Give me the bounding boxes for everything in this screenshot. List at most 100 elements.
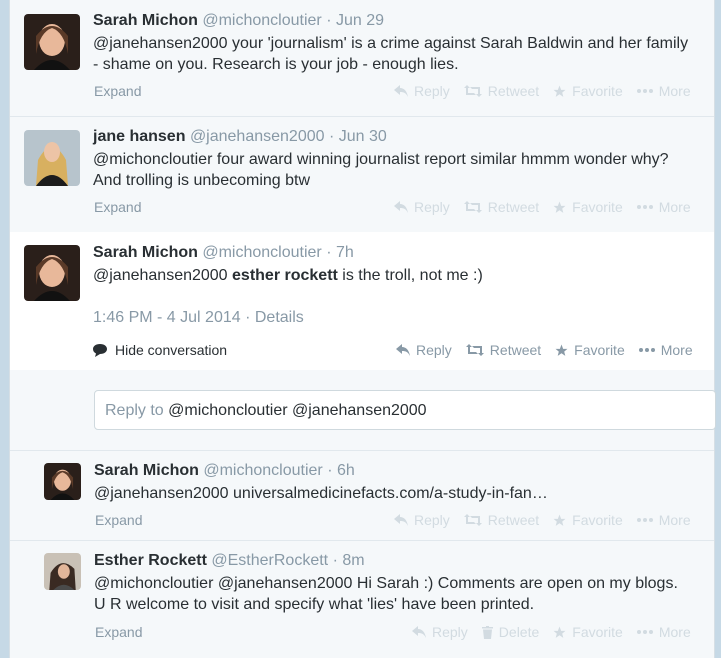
tweet-actions: Reply Retweet Favorite More [394, 83, 691, 99]
retweet-icon [463, 85, 482, 97]
separator-dot: · [326, 12, 332, 29]
avatar[interactable] [24, 14, 80, 70]
favorite-label: Favorite [572, 199, 623, 215]
tweet-item-expanded[interactable]: Sarah Michon @michoncloutier · 7h @janeh… [10, 232, 714, 371]
reply-button[interactable]: Reply [394, 199, 450, 215]
tweet-timestamp[interactable]: Jun 29 [336, 12, 384, 29]
ellipsis-icon [636, 205, 653, 209]
more-label: More [658, 83, 691, 99]
avatar[interactable] [44, 463, 81, 500]
retweet-label: Retweet [489, 342, 542, 358]
reply-button[interactable]: Reply [394, 512, 450, 528]
reply-button[interactable]: Reply [412, 624, 468, 640]
separator-dot: · [245, 309, 251, 326]
favorite-button[interactable]: Favorite [555, 342, 625, 358]
separator-dot: · [328, 128, 335, 145]
favorite-label: Favorite [572, 83, 623, 99]
reply-button[interactable]: Reply [396, 342, 452, 358]
tweet-text: @janehansen2000 your 'journalism' is a c… [93, 35, 689, 73]
details-link[interactable]: Details [255, 309, 304, 326]
hide-conversation-label: Hide conversation [115, 342, 228, 358]
tweet-fullname[interactable]: Sarah Michon [93, 244, 198, 261]
avatar[interactable] [24, 130, 80, 186]
tweet-username[interactable]: @michoncloutier [202, 244, 321, 261]
tweet-username[interactable]: @janehansen2000 [190, 128, 325, 145]
more-button[interactable]: More [636, 512, 691, 528]
tweet-item[interactable]: Sarah Michon @michoncloutier · 6h @janeh… [10, 450, 714, 541]
reply-label: Reply [416, 342, 452, 358]
reply-icon [412, 626, 426, 638]
ellipsis-icon [638, 348, 655, 352]
ellipsis-icon [636, 630, 653, 634]
more-button[interactable]: More [636, 83, 691, 99]
more-button[interactable]: More [636, 624, 691, 640]
delete-label: Delete [498, 624, 540, 640]
more-label: More [658, 624, 691, 640]
expand-link[interactable]: Expand [94, 199, 141, 215]
reply-icon [394, 85, 408, 97]
retweet-icon [465, 344, 484, 356]
tweet-text: @janehansen2000 esther rockett is the tr… [93, 265, 693, 286]
tweet-username[interactable]: @michoncloutier [203, 462, 322, 479]
star-icon [553, 626, 566, 638]
ellipsis-icon [636, 89, 653, 93]
delete-button[interactable]: Delete [481, 624, 540, 640]
more-button[interactable]: More [636, 199, 691, 215]
favorite-button[interactable]: Favorite [553, 199, 623, 215]
tweet-timestamp[interactable]: 7h [336, 244, 354, 261]
favorite-button[interactable]: Favorite [553, 624, 623, 640]
tweet-fullname[interactable]: jane hansen [93, 128, 185, 145]
tweet-item[interactable]: Sarah Michon @michoncloutier · Jun 29 @j… [10, 0, 714, 117]
more-label: More [660, 342, 693, 358]
tweet-text: @janehansen2000 universalmedicinefacts.c… [94, 485, 548, 502]
full-timestamp[interactable]: 1:46 PM - 4 Jul 2014 [93, 309, 241, 326]
favorite-button[interactable]: Favorite [553, 512, 623, 528]
retweet-label: Retweet [487, 512, 540, 528]
retweet-button[interactable]: Retweet [463, 512, 540, 528]
expand-link[interactable]: Expand [94, 83, 141, 99]
reply-button[interactable]: Reply [394, 83, 450, 99]
reply-label: Reply [414, 199, 450, 215]
reply-icon [394, 201, 408, 213]
reply-placeholder: Reply to [105, 402, 164, 419]
avatar[interactable] [44, 553, 81, 590]
retweet-button[interactable]: Retweet [465, 342, 542, 358]
tweet-timestamp[interactable]: 8m [342, 552, 364, 569]
tweet-fullname[interactable]: Esther Rockett [94, 552, 207, 569]
reply-label: Reply [414, 83, 450, 99]
favorite-label: Favorite [572, 512, 623, 528]
more-label: More [658, 199, 691, 215]
reply-input[interactable]: Reply to @michoncloutier @janehansen2000 [94, 390, 716, 430]
favorite-button[interactable]: Favorite [553, 83, 623, 99]
reply-icon [394, 514, 408, 526]
hide-conversation-button[interactable]: Hide conversation [93, 342, 227, 358]
tweet-username[interactable]: @michoncloutier [202, 12, 321, 29]
reply-icon [396, 344, 410, 356]
retweet-label: Retweet [487, 199, 540, 215]
expand-link[interactable]: Expand [95, 512, 142, 528]
star-icon [553, 514, 566, 526]
more-label: More [658, 512, 691, 528]
more-button[interactable]: More [638, 342, 693, 358]
tweet-fullname[interactable]: Sarah Michon [94, 462, 199, 479]
retweet-label: Retweet [487, 83, 540, 99]
ellipsis-icon [636, 518, 653, 522]
avatar[interactable] [24, 245, 80, 301]
tweet-item[interactable]: Esther Rockett @EstherRockett · 8m @mich… [10, 540, 714, 658]
tweet-timestamp[interactable]: Jun 30 [339, 128, 387, 145]
retweet-icon [463, 201, 482, 213]
tweet-text-suffix: is the troll, not me :) [337, 267, 483, 284]
tweet-username[interactable]: @EstherRockett [211, 552, 328, 569]
conversation-timeline: Sarah Michon @michoncloutier · Jun 29 @j… [9, 0, 716, 658]
tweet-text-prefix: @janehansen2000 [93, 267, 233, 284]
reply-label: Reply [414, 512, 450, 528]
expand-link[interactable]: Expand [95, 624, 142, 640]
tweet-timestamp[interactable]: 6h [337, 462, 355, 479]
retweet-button[interactable]: Retweet [463, 83, 540, 99]
tweet-item[interactable]: jane hansen @janehansen2000 · Jun 30 @mi… [10, 116, 714, 233]
separator-dot: · [327, 462, 333, 479]
tweet-actions: Reply Retweet Favorite More [396, 342, 693, 358]
separator-dot: · [332, 552, 338, 569]
tweet-fullname[interactable]: Sarah Michon [93, 12, 198, 29]
retweet-button[interactable]: Retweet [463, 199, 540, 215]
